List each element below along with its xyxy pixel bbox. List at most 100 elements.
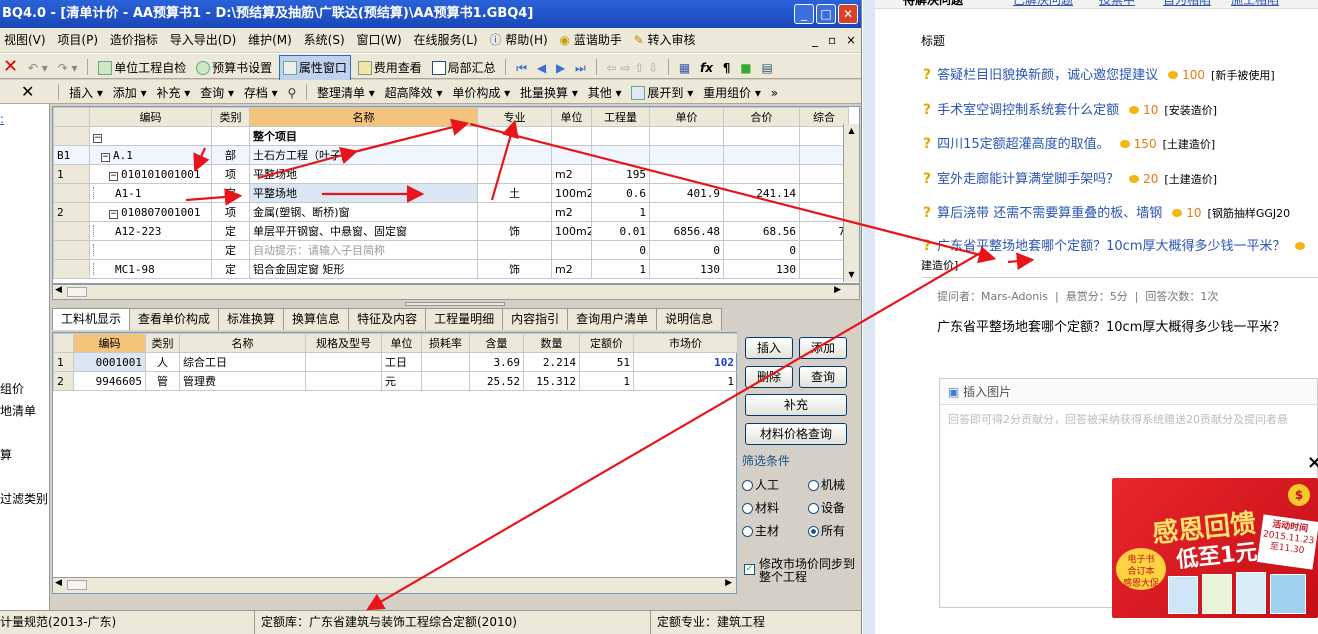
left-nav-item-filter[interactable]: 过滤类别 bbox=[0, 490, 48, 507]
height-reduction-menu[interactable]: 超高降效 ▾ bbox=[382, 82, 446, 105]
code-cell[interactable]: −010807001001 bbox=[89, 202, 212, 222]
col-price[interactable]: 单价 bbox=[649, 107, 724, 127]
col-major[interactable]: 专业 bbox=[477, 107, 552, 127]
batch-convert-menu[interactable]: 批量换算 ▾ bbox=[517, 82, 581, 105]
bill-horizontal-scrollbar[interactable]: ◀ ▶ bbox=[52, 284, 860, 300]
col-unit[interactable]: 单位 bbox=[551, 107, 592, 127]
col-type[interactable]: 类别 bbox=[211, 107, 250, 127]
code-cell[interactable]: − A.1 bbox=[89, 145, 212, 165]
partial-summary-checkbox[interactable]: 局部汇总 bbox=[429, 56, 499, 81]
resource-horizontal-scrollbar[interactable]: ◀ ▶ bbox=[53, 577, 736, 593]
col-qty[interactable]: 数量 bbox=[523, 333, 580, 353]
insert-image-button[interactable]: ▣ 插入图片 bbox=[940, 379, 1317, 405]
promo-banner[interactable]: 感恩回馈 低至1元 电子书 合订本 感恩大促 活动时间 2015.11.23至11.3… bbox=[1112, 478, 1318, 618]
list-item[interactable]: ? 手术室空调控制系统套什么定额 10 [安装造价] bbox=[923, 99, 1217, 121]
table-icon[interactable]: ▤ bbox=[758, 56, 775, 81]
tab-quantity-detail[interactable]: 工程量明细 bbox=[425, 308, 504, 330]
tab-features[interactable]: 特征及内容 bbox=[348, 308, 427, 330]
more-chevron-icon[interactable]: » bbox=[768, 82, 781, 105]
table-row[interactable]: 定 自动提示：请输入子目简称 0 0 0 bbox=[53, 240, 849, 260]
supplement-button[interactable]: 补充 bbox=[745, 394, 847, 416]
delete-button[interactable]: 删除 bbox=[745, 366, 793, 388]
query-menu[interactable]: 查询 ▾ bbox=[197, 82, 237, 105]
col-quota-price[interactable]: 定额价 bbox=[579, 333, 634, 353]
col-spec[interactable]: 规格及型号 bbox=[305, 333, 382, 353]
organize-list-menu[interactable]: 整理清单 ▾ bbox=[314, 82, 378, 105]
qa-tab-solved[interactable]: 已解决问题 bbox=[1013, 0, 1073, 8]
col-code[interactable]: 编码 bbox=[89, 107, 212, 127]
add-button[interactable]: 添加 bbox=[799, 337, 847, 359]
close-panel-icon[interactable]: ✕ bbox=[18, 80, 37, 103]
redo-icon[interactable]: ↷ ▾ bbox=[55, 56, 81, 81]
auto-hint-cell[interactable]: 自动提示：请输入子目简称 bbox=[249, 240, 478, 260]
menu-maintain[interactable]: 维护(M) bbox=[244, 28, 296, 52]
tab-labor-materials[interactable]: 工料机显示 bbox=[52, 308, 131, 330]
col-name[interactable]: 名称 bbox=[249, 107, 478, 127]
list-item[interactable]: ? 算后浇带 还需不需要算重叠的板、墙钢 10 [钢筋抽样GGJ20 bbox=[923, 202, 1290, 224]
filter-machine-radio[interactable]: 机械 bbox=[808, 476, 845, 493]
col-code[interactable]: 编码 bbox=[73, 333, 146, 353]
insert-menu[interactable]: 插入 ▾ bbox=[66, 82, 106, 105]
material-price-query-button[interactable]: 材料价格查询 bbox=[745, 423, 847, 445]
menu-help[interactable]: ⓘ 帮助(H) bbox=[485, 28, 551, 52]
qa-tab-pending[interactable]: 待解决问题 bbox=[903, 0, 963, 8]
qa-tab-4[interactable]: 自为相陷 bbox=[1163, 0, 1211, 8]
archive-menu[interactable]: 存档 ▾ bbox=[241, 82, 281, 105]
fee-view-button[interactable]: 费用查看 bbox=[355, 56, 425, 81]
tab-content-guide[interactable]: 内容指引 bbox=[502, 308, 569, 330]
col-name[interactable]: 名称 bbox=[179, 333, 306, 353]
undo-icon[interactable]: ↶ ▾ bbox=[25, 56, 51, 81]
binoculars-icon[interactable]: ⚲ bbox=[285, 82, 300, 105]
splitter-handle[interactable] bbox=[405, 302, 505, 306]
cube-icon[interactable]: ■ bbox=[737, 56, 754, 81]
property-window-button[interactable]: 属性窗口 bbox=[278, 55, 351, 82]
left-nav-link[interactable]: : bbox=[0, 112, 4, 126]
col-unit[interactable]: 单位 bbox=[381, 333, 422, 353]
filter-equipment-radio[interactable]: 设备 bbox=[808, 499, 845, 516]
first-record-icon[interactable]: ⏮ bbox=[513, 56, 530, 81]
ad-close-icon[interactable]: × bbox=[1307, 452, 1318, 473]
col-comp[interactable]: 综合 bbox=[799, 107, 849, 127]
filter-all-radio[interactable]: 所有 bbox=[808, 522, 845, 539]
tab-user-list[interactable]: 查询用户清单 bbox=[567, 308, 658, 330]
table-row[interactable]: B1 − A.1 部 土石方工程（叶子） bbox=[53, 145, 849, 165]
formula-icon[interactable]: fx bbox=[697, 56, 716, 81]
unit-check-button[interactable]: 单位工程自检 bbox=[95, 56, 189, 81]
code-cell[interactable]: − bbox=[89, 126, 212, 146]
qa-tab-5[interactable]: 施工相陷 bbox=[1231, 0, 1279, 8]
menu-cost-index[interactable]: 造价指标 bbox=[106, 28, 162, 52]
mdi-restore-button[interactable]: ▫ bbox=[828, 28, 836, 52]
budget-settings-button[interactable]: 预算书设置 bbox=[193, 56, 275, 81]
maximize-button[interactable]: □ bbox=[816, 4, 836, 24]
qa-tab-voting[interactable]: 投票中 bbox=[1099, 0, 1135, 8]
unit-price-menu[interactable]: 单价构成 ▾ bbox=[449, 82, 513, 105]
move-icons[interactable]: ⇦ ⇨ ⇧ ⇩ bbox=[604, 56, 662, 81]
filter-labor-radio[interactable]: 人工 bbox=[742, 476, 779, 493]
list-item[interactable]: ? 四川15定额超灌高度的取值。 150 [土建造价] bbox=[923, 133, 1215, 155]
table-row[interactable]: A12-223 定 单层平开钢窗、中悬窗、固定窗 饰 100m2 0.01 68… bbox=[53, 221, 849, 241]
table-row[interactable]: 2 −010807001001 项 金属(塑钢、断桥)窗 m2 1 bbox=[53, 202, 849, 222]
filter-material-radio[interactable]: 材料 bbox=[742, 499, 779, 516]
bill-vertical-scrollbar[interactable]: ▲ ▼ bbox=[843, 124, 859, 282]
calculator-icon[interactable]: ▦ bbox=[676, 56, 693, 81]
list-item[interactable]: ? 广东省平整场地套哪个定额？10cm厚大概得多少钱一平米？ bbox=[923, 235, 1309, 257]
collapse-icon[interactable]: − bbox=[93, 133, 102, 143]
col-loss[interactable]: 损耗率 bbox=[421, 333, 470, 353]
menu-window[interactable]: 窗口(W) bbox=[352, 28, 405, 52]
menu-project[interactable]: 项目(P) bbox=[53, 28, 102, 52]
tab-standard-conversion[interactable]: 标准换算 bbox=[218, 308, 285, 330]
table-row[interactable]: 1 −010101001001 项 平整场地 m2 195 bbox=[53, 164, 849, 184]
other-menu[interactable]: 其他 ▾ bbox=[585, 82, 625, 105]
menu-view[interactable]: 视图(V) bbox=[0, 28, 50, 52]
list-item[interactable]: ? 室外走廊能计算满堂脚手架吗？ 20 [土建造价] bbox=[923, 168, 1217, 190]
delete-icon[interactable]: ✕ bbox=[0, 54, 21, 79]
menu-audit[interactable]: ✎ 转入审核 bbox=[630, 28, 700, 52]
mdi-minimize-button[interactable]: _ bbox=[812, 28, 818, 52]
col-market-price[interactable]: 市场价 bbox=[633, 333, 738, 353]
table-row[interactable]: A1-1 定 平整场地 土 100m2 0.6 401.9 241.14 bbox=[53, 183, 849, 203]
menu-online[interactable]: 在线服务(L) bbox=[410, 28, 482, 52]
menu-assistant[interactable]: ◉ 蓝谐助手 bbox=[556, 28, 626, 52]
code-cell[interactable]: −010101001001 bbox=[89, 164, 212, 184]
sync-market-price-checkbox[interactable]: ✓ 修改市场价同步到整个工程 bbox=[744, 558, 856, 584]
table-row[interactable]: 1 0001001 人 综合工日 工日 3.69 2.214 51 102 bbox=[53, 352, 738, 372]
